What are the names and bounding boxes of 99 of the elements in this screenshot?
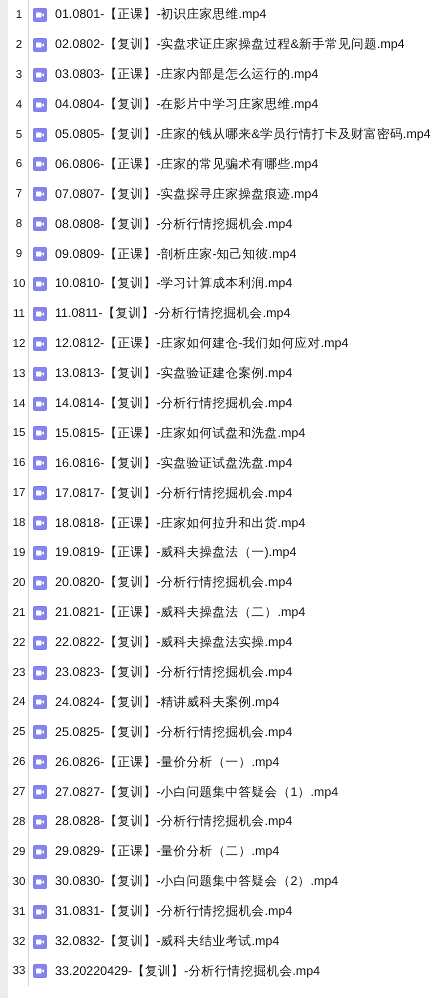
- row-number: 6: [8, 149, 29, 180]
- row-number: 33: [8, 956, 29, 986]
- file-name[interactable]: 20.0820-【复训】-分析行情挖掘机会.mp4: [55, 574, 292, 592]
- file-name[interactable]: 13.0813-【复训】-实盘验证建仓案例.mp4: [55, 365, 292, 382]
- row-number: 18: [8, 508, 29, 538]
- video-file-icon: [33, 366, 47, 381]
- row-number: 26: [8, 747, 29, 778]
- file-name[interactable]: 26.0826-【正课】-量价分析（一）.mp4: [55, 754, 280, 771]
- file-name[interactable]: 15.0815-【正课】-庄家如何试盘和洗盘.mp4: [55, 424, 306, 442]
- video-file-icon: [33, 456, 47, 470]
- row-number: 11: [8, 298, 29, 329]
- file-name[interactable]: 23.0823-【复训】-分析行情挖掘机会.mp4: [55, 664, 292, 682]
- video-file-icon: [33, 8, 47, 22]
- video-file-icon: [33, 516, 47, 530]
- row-number: 19: [8, 538, 29, 568]
- row-number: 31: [8, 896, 29, 927]
- file-name[interactable]: 03.0803-【正课】-庄家内部是怎么运行的.mp4: [55, 66, 318, 84]
- row-number: 9: [8, 239, 29, 270]
- video-file-icon: [33, 695, 47, 710]
- video-file-icon: [33, 606, 47, 620]
- row-number: 16: [8, 448, 29, 478]
- row-number: 25: [8, 717, 29, 748]
- row-number: 7: [8, 179, 29, 210]
- row-number: 13: [8, 358, 29, 389]
- file-name[interactable]: 12.0812-【正课】-庄家如何建仓-我们如何应对.mp4: [55, 335, 348, 352]
- file-name[interactable]: 32.0832-【复训】-威科夫结业考试.mp4: [55, 933, 280, 950]
- row-number: 24: [8, 687, 29, 718]
- row-number: 8: [8, 209, 29, 240]
- file-name[interactable]: 07.0807-【复训】-实盘探寻庄家操盘痕迹.mp4: [55, 186, 318, 203]
- row-number: 21: [8, 598, 29, 628]
- file-name[interactable]: 10.0810-【复训】-学习计算成本利润.mp4: [55, 275, 292, 292]
- video-file-icon: [33, 187, 47, 202]
- row-number: 20: [8, 568, 29, 598]
- file-name[interactable]: 19.0819-【正课】-威科夫操盘法（一).mp4: [55, 544, 296, 562]
- file-name[interactable]: 11.0811-【复训】-分析行情挖掘机会.mp4: [55, 305, 290, 322]
- row-number: 3: [8, 60, 29, 90]
- file-name[interactable]: 25.0825-【复训】-分析行情挖掘机会.mp4: [55, 724, 292, 741]
- video-file-icon: [33, 814, 47, 829]
- video-file-icon: [33, 785, 47, 800]
- row-number: 10: [8, 269, 29, 299]
- row-number: 23: [8, 658, 29, 688]
- video-file-icon: [33, 725, 47, 740]
- file-name[interactable]: 01.0801-【正课】-初识庄家思维.mp4: [55, 6, 266, 24]
- video-file-icon: [33, 755, 47, 770]
- row-number: 4: [8, 90, 29, 120]
- file-name[interactable]: 08.0808-【复训】-分析行情挖掘机会.mp4: [55, 216, 292, 233]
- file-name[interactable]: 22.0822-【复训】-威科夫操盘法实操.mp4: [55, 634, 292, 652]
- video-file-icon: [33, 904, 47, 919]
- file-name[interactable]: 21.0821-【正课】-威科夫操盘法（二）.mp4: [55, 604, 306, 622]
- video-file-icon: [33, 38, 47, 52]
- file-name[interactable]: 09.0809-【正课】-剖析庄家-知己知彼.mp4: [55, 246, 296, 263]
- file-name[interactable]: 27.0827-【复训】-小白问题集中答疑会（1）.mp4: [55, 784, 338, 801]
- video-file-icon: [33, 486, 47, 500]
- file-name[interactable]: 14.0814-【复训】-分析行情挖掘机会.mp4: [55, 395, 292, 412]
- file-name[interactable]: 29.0829-【正课】-量价分析（二）.mp4: [55, 843, 280, 860]
- video-file-icon: [33, 128, 47, 142]
- video-file-icon: [33, 68, 47, 82]
- file-name[interactable]: 33.20220429-【复训】-分析行情挖掘机会.mp4: [55, 962, 320, 980]
- file-name[interactable]: 24.0824-【复训】-精讲威科夫案例.mp4: [55, 694, 280, 711]
- file-name[interactable]: 06.0806-【正课】-庄家的常见骗术有哪些.mp4: [55, 156, 318, 173]
- row-number: 17: [8, 478, 29, 508]
- video-file-icon: [33, 426, 47, 440]
- video-file-icon: [33, 636, 47, 650]
- video-file-icon: [33, 247, 47, 262]
- row-number: 30: [8, 866, 29, 897]
- video-file-icon: [33, 217, 47, 232]
- video-file-icon: [33, 546, 47, 560]
- row-number: 12: [8, 328, 29, 359]
- file-name[interactable]: 31.0831-【复训】-分析行情挖掘机会.mp4: [55, 903, 292, 920]
- file-name[interactable]: 28.0828-【复训】-分析行情挖掘机会.mp4: [55, 813, 292, 830]
- row-number: 14: [8, 388, 29, 418]
- video-file-icon: [33, 157, 47, 172]
- video-file-icon: [33, 98, 47, 112]
- file-name[interactable]: 16.0816-【复训】-实盘验证试盘洗盘.mp4: [55, 454, 292, 472]
- video-file-icon: [33, 396, 47, 411]
- row-number: 28: [8, 807, 29, 837]
- row-number: 27: [8, 777, 29, 808]
- video-file-icon: [33, 964, 47, 978]
- file-name[interactable]: 05.0805-【复训】-庄家的钱从哪来&学员行情打卡及财富密码.mp4: [55, 126, 431, 143]
- row-number: 5: [8, 120, 29, 150]
- file-name[interactable]: 30.0830-【复训】-小白问题集中答疑会（2）.mp4: [55, 873, 338, 890]
- video-file-icon: [33, 874, 47, 889]
- row-number: 29: [8, 836, 29, 867]
- row-number: 15: [8, 418, 29, 448]
- video-file-icon: [33, 934, 47, 949]
- row-number: 22: [8, 628, 29, 658]
- row-number: 1: [8, 0, 29, 30]
- row-number: 32: [8, 926, 29, 956]
- video-file-icon: [33, 306, 47, 321]
- video-file-icon: [33, 576, 47, 590]
- file-name[interactable]: 17.0817-【复训】-分析行情挖掘机会.mp4: [55, 484, 292, 502]
- video-file-icon: [33, 844, 47, 859]
- file-name[interactable]: 04.0804-【复训】-在影片中学习庄家思维.mp4: [55, 96, 318, 114]
- video-file-icon: [33, 276, 47, 291]
- video-file-icon: [33, 336, 47, 351]
- row-number: 2: [8, 30, 29, 60]
- video-file-icon: [33, 666, 47, 680]
- file-name[interactable]: 02.0802-【复训】-实盘求证庄家操盘过程&新手常见问题.mp4: [55, 36, 405, 54]
- file-name[interactable]: 18.0818-【正课】-庄家如何拉升和出货.mp4: [55, 514, 306, 532]
